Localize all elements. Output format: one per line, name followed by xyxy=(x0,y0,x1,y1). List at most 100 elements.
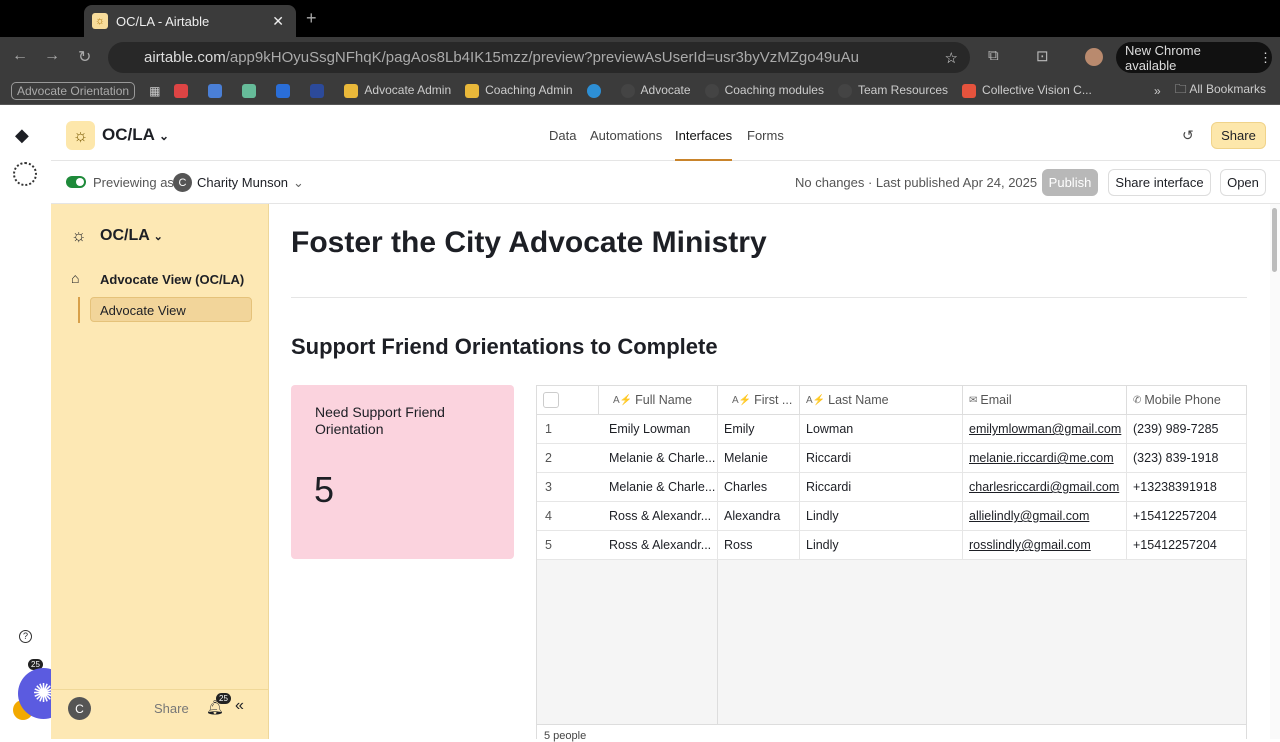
email-cell[interactable]: allielindly@gmail.com xyxy=(963,502,1127,531)
last-name-cell[interactable]: Lowman xyxy=(800,415,963,444)
nav-interfaces[interactable]: Interfaces xyxy=(675,128,733,161)
star-icon[interactable]: ☆ xyxy=(945,49,958,67)
phone-cell[interactable]: (323) 839-1918 xyxy=(1127,444,1247,473)
x-icon[interactable] xyxy=(310,83,325,98)
last-name-cell[interactable]: Riccardi xyxy=(800,473,963,502)
email-cell[interactable]: melanie.riccardi@me.com xyxy=(963,444,1127,473)
bookmark[interactable]: Advocate Admin xyxy=(344,83,451,98)
last-name-cell[interactable]: Lindly xyxy=(800,531,963,560)
apps-icon[interactable]: ▦ xyxy=(149,84,160,98)
url-path: /app9kHOyuSsgNFhqK/pagAos8Lb4IK15mzz/pre… xyxy=(225,49,859,66)
last-name-cell[interactable]: Lindly xyxy=(800,502,963,531)
bookmark[interactable]: Coaching modules xyxy=(704,83,824,98)
close-tab-icon[interactable]: ✕ xyxy=(272,13,284,30)
bookmark[interactable]: Advocate xyxy=(620,83,691,98)
first-name-cell[interactable]: Melanie xyxy=(718,444,800,473)
phone-cell[interactable]: +15412257204 xyxy=(1127,531,1247,560)
column-header[interactable]: A⚡ Last Name xyxy=(800,386,963,415)
first-name-cell[interactable]: Ross xyxy=(718,531,800,560)
bookmark[interactable]: Collective Vision C... xyxy=(962,83,1092,98)
salesforce-icon[interactable] xyxy=(586,83,601,98)
column-header-label: First ... xyxy=(754,393,793,407)
globe-icon[interactable] xyxy=(242,83,257,98)
bookmark[interactable]: Team Resources xyxy=(837,83,948,98)
row-number[interactable]: 2 xyxy=(537,444,599,473)
previewing-as-label: Previewing as xyxy=(93,175,174,190)
nav-forms[interactable]: Forms xyxy=(747,128,784,143)
records-grid: A⚡ Full Name A⚡ First ... A⚡ Last Name ✉ Email ✆… xyxy=(536,385,1247,742)
extensions-icon[interactable]: ⧉ xyxy=(988,47,999,64)
help-icon[interactable]: ? xyxy=(19,630,32,643)
email-cell[interactable]: rosslindly@gmail.com xyxy=(963,531,1127,560)
publish-button[interactable]: Publish xyxy=(1042,169,1098,196)
sidebar-page-advocate-view[interactable]: Advocate View xyxy=(90,297,252,322)
all-bookmarks[interactable]: 🗀 All Bookmarks xyxy=(1175,80,1266,101)
nav-data[interactable]: Data xyxy=(549,128,576,143)
bookmark-group[interactable]: Advocate Orientation xyxy=(11,81,136,100)
first-name-cell[interactable]: Emily xyxy=(718,415,800,444)
page-scrollbar[interactable] xyxy=(1270,204,1280,739)
nav-automations[interactable]: Automations xyxy=(590,128,662,143)
first-name-cell[interactable]: Alexandra xyxy=(718,502,800,531)
trello-icon[interactable] xyxy=(276,83,291,98)
scrollbar-thumb[interactable] xyxy=(1272,208,1277,272)
phone-cell[interactable]: +15412257204 xyxy=(1127,502,1247,531)
profile-avatar[interactable] xyxy=(1085,48,1103,66)
share-button[interactable]: Share xyxy=(1211,122,1266,149)
interface-dropdown[interactable]: OC/LA ⌄ xyxy=(100,227,163,245)
last-name-cell[interactable]: Riccardi xyxy=(800,444,963,473)
bookmark-label: Collective Vision C... xyxy=(982,83,1092,98)
user-avatar[interactable]: C xyxy=(68,697,91,720)
notification-badge: 25 xyxy=(216,693,231,704)
column-header[interactable]: ✉ Email xyxy=(963,386,1127,415)
column-header[interactable]: A⚡ First ... xyxy=(718,386,800,415)
preview-user-dropdown[interactable]: C Charity Munson ⌄ xyxy=(173,173,304,192)
row-number[interactable]: 1 xyxy=(537,415,599,444)
email-cell[interactable]: emilymlowman@gmail.com xyxy=(963,415,1127,444)
row-number[interactable]: 3 xyxy=(537,473,599,502)
phone-cell[interactable]: (239) 989-7285 xyxy=(1127,415,1247,444)
full-name-cell[interactable]: Melanie & Charle... xyxy=(599,444,718,473)
sidebar-share-button[interactable]: Share xyxy=(154,701,189,716)
more-icon[interactable]: ⋮ xyxy=(1259,50,1272,66)
full-name-cell[interactable]: Ross & Alexandr... xyxy=(599,502,718,531)
phone-cell[interactable]: +13238391918 xyxy=(1127,473,1247,502)
column-header[interactable]: ✆ Mobile Phone xyxy=(1127,386,1247,415)
row-number[interactable]: 4 xyxy=(537,502,599,531)
first-name-cell[interactable]: Charles xyxy=(718,473,800,502)
select-all-header[interactable] xyxy=(537,386,599,415)
open-button[interactable]: Open xyxy=(1220,169,1266,196)
full-name-cell[interactable]: Melanie & Charle... xyxy=(599,473,718,502)
select-all-checkbox[interactable] xyxy=(543,392,559,408)
column-header[interactable]: A⚡ Full Name xyxy=(599,386,718,415)
workspace-icon[interactable] xyxy=(13,162,37,186)
frozen-column-divider xyxy=(717,560,718,725)
new-tab-icon[interactable]: + xyxy=(306,8,317,29)
back-icon[interactable]: ← xyxy=(12,47,28,65)
chrome-update-button[interactable]: New Chrome available ⋮ xyxy=(1116,42,1272,73)
reload-icon[interactable]: ↻ xyxy=(78,47,91,67)
more-bookmarks-icon[interactable]: » xyxy=(1154,84,1161,98)
row-number[interactable]: 5 xyxy=(537,531,599,560)
history-icon[interactable]: ↺ xyxy=(1182,127,1194,144)
email-cell[interactable]: charlesriccardi@gmail.com xyxy=(963,473,1127,502)
gmail-icon[interactable] xyxy=(174,83,189,98)
search-tabs-icon[interactable]: ⊡ xyxy=(1036,47,1049,65)
base-name-dropdown[interactable]: OC/LA ⌄ xyxy=(102,125,169,145)
full-name-cell[interactable]: Ross & Alexandr... xyxy=(599,531,718,560)
number-card[interactable]: Need Support Friend Orientation 5 xyxy=(291,385,514,559)
full-name-cell[interactable]: Emily Lowman xyxy=(599,415,718,444)
column-header-label: Email xyxy=(980,393,1012,407)
browser-tab[interactable]: ☼ OC/LA - Airtable ✕ xyxy=(84,5,296,37)
sidebar-section[interactable]: Advocate View (OC/LA) xyxy=(100,272,244,287)
collapse-sidebar-icon[interactable]: « xyxy=(235,697,244,715)
forward-icon[interactable]: → xyxy=(44,47,60,65)
preview-toggle[interactable] xyxy=(66,176,86,188)
share-interface-button[interactable]: Share interface xyxy=(1108,169,1211,196)
page-title: Foster the City Advocate Ministry xyxy=(291,226,767,259)
address-bar[interactable]: airtable.com/app9kHOyuSsgNFhqK/pagAos8Lb… xyxy=(108,42,970,73)
base-icon[interactable]: ☼ xyxy=(66,121,95,150)
bookmark[interactable]: Coaching Admin xyxy=(465,83,573,98)
airtable-logo-icon[interactable]: ◆ xyxy=(15,125,29,146)
calendar-icon[interactable] xyxy=(208,83,223,98)
